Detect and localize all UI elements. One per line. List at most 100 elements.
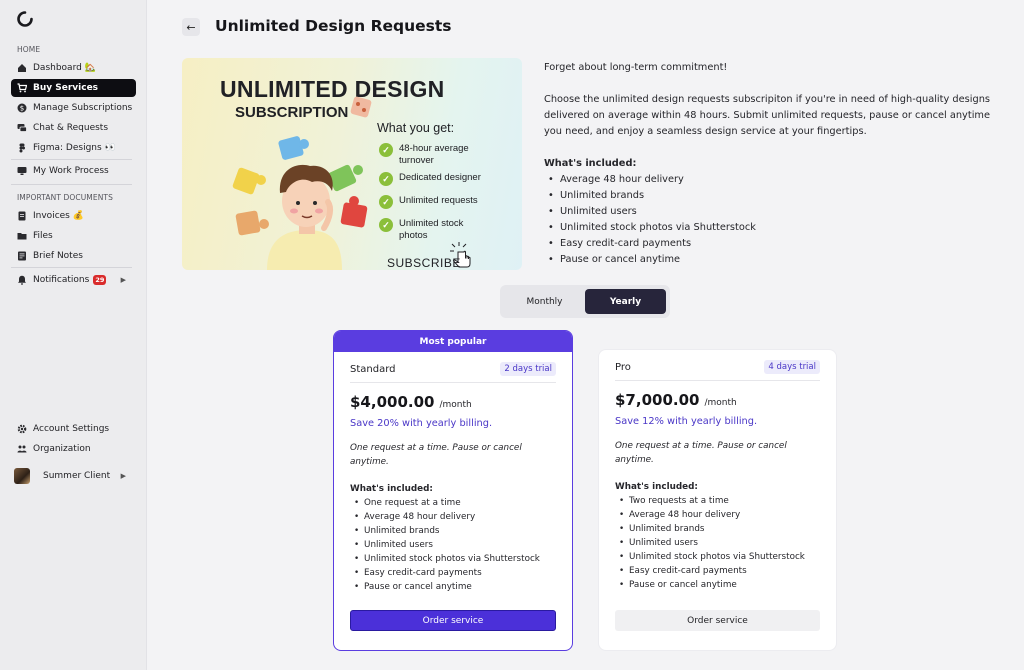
billing-yearly-option[interactable]: Yearly	[585, 289, 666, 314]
list-item: Pause or cancel anytime	[350, 580, 556, 594]
plan-name: Pro	[615, 361, 631, 373]
sidebar-item-label: Summer Client	[43, 471, 111, 481]
plan-card-pro: Pro 4 days trial $7,000.00 /month Save 1…	[598, 349, 837, 651]
trial-badge: 4 days trial	[764, 360, 820, 374]
list-item: Unlimited stock photos via Shutterstock	[544, 220, 994, 236]
order-service-button[interactable]: Order service	[615, 610, 820, 631]
list-item: Unlimited stock photos via Shutterstock	[615, 550, 820, 564]
included-list: One request at a time Average 48 hour de…	[350, 496, 556, 594]
check-icon: ✓	[379, 143, 393, 157]
sidebar-item-my-work-process[interactable]: My Work Process	[11, 162, 136, 180]
bell-icon	[17, 275, 27, 285]
hero-feature: ✓ Unlimited stock photos	[379, 218, 479, 242]
plan-name: Standard	[350, 363, 396, 375]
plan-card-standard: Most popular Standard 2 days trial $4,00…	[333, 330, 573, 651]
sidebar-item-dashboard[interactable]: Dashboard 🏡	[11, 59, 136, 77]
notes-icon	[17, 251, 27, 261]
price-period: /month	[439, 400, 472, 410]
sidebar-item-summer-client[interactable]: Summer Client ▶	[11, 467, 136, 485]
sidebar-item-label: Invoices	[33, 211, 70, 221]
sidebar-item-invoices[interactable]: Invoices 💰	[11, 207, 136, 225]
chevron-right-icon: ▶	[120, 472, 126, 480]
invoice-icon	[17, 211, 27, 221]
sidebar-item-label: Account Settings	[33, 424, 110, 434]
hero-subscribe: SUBSCRIBE	[387, 256, 461, 270]
included-title: What's included:	[615, 482, 698, 492]
order-service-button[interactable]: Order service	[350, 610, 556, 631]
puzzle-piece-blue-icon	[278, 136, 309, 160]
list-item: Average 48 hour delivery	[615, 508, 820, 522]
hero-what-you-get: What you get:	[377, 121, 455, 135]
sidebar-item-label: Organization	[33, 444, 91, 454]
money-emoji: 💰	[72, 211, 85, 221]
home-icon	[17, 63, 27, 73]
list-item: Unlimited brands	[544, 188, 994, 204]
list-item: Pause or cancel anytime	[615, 578, 820, 592]
eyes-emoji: 👀	[104, 143, 116, 153]
list-item: Easy credit-card payments	[544, 236, 994, 252]
included-list: Two requests at a time Average 48 hour d…	[615, 494, 820, 592]
list-item: One request at a time	[350, 496, 556, 510]
divider	[11, 267, 132, 268]
sidebar-item-account-settings[interactable]: Account Settings	[11, 420, 136, 438]
dollar-icon: $	[17, 103, 27, 113]
sidebar-item-brief-notes[interactable]: Brief Notes	[11, 247, 136, 265]
check-icon: ✓	[379, 195, 393, 209]
person-illustration	[267, 164, 342, 270]
list-item: Unlimited users	[544, 204, 994, 220]
chat-icon	[17, 123, 27, 133]
list-item: Average 48 hour delivery	[544, 172, 994, 188]
hero-feature: ✓ 48-hour average turnover	[379, 143, 489, 167]
most-popular-banner: Most popular	[334, 331, 572, 352]
cart-icon	[17, 83, 27, 93]
puzzle-piece-beige-icon	[350, 96, 372, 118]
list-item: Unlimited stock photos via Shutterstock	[350, 552, 556, 566]
monitor-icon	[17, 166, 27, 176]
yearly-savings: Save 20% with yearly billing.	[350, 418, 493, 429]
price-period: /month	[704, 398, 737, 408]
divider	[11, 159, 132, 160]
puzzle-piece-red-icon	[340, 196, 368, 228]
sidebar-item-files[interactable]: Files	[11, 227, 136, 245]
sidebar: HOME Dashboard 🏡 Buy Services $ Manage S…	[0, 0, 147, 670]
notification-count-badge: 29	[93, 275, 107, 285]
avatar	[14, 468, 30, 484]
sidebar-item-label: Files	[33, 231, 53, 241]
sidebar-item-buy-services[interactable]: Buy Services	[11, 79, 136, 97]
sidebar-item-label: Chat & Requests	[33, 123, 109, 133]
back-button[interactable]: ←	[182, 18, 200, 36]
list-item: Average 48 hour delivery	[350, 510, 556, 524]
figma-icon	[17, 143, 27, 153]
puzzle-piece-yellow-icon	[232, 167, 266, 195]
list-item: Unlimited brands	[615, 522, 820, 536]
list-item: Easy credit-card payments	[615, 564, 820, 578]
sidebar-item-manage-subscriptions[interactable]: $ Manage Subscriptions	[11, 99, 136, 117]
description-intro: Forget about long-term commitment!	[544, 62, 728, 73]
logo-icon[interactable]	[16, 10, 34, 28]
divider	[11, 184, 132, 185]
divider	[350, 382, 556, 383]
plan-description: One request at a time. Pause or cancel a…	[615, 441, 787, 465]
hero-feature: ✓ Dedicated designer	[379, 172, 481, 186]
sidebar-item-label: Manage Subscriptions	[33, 103, 133, 113]
sidebar-item-label: Brief Notes	[33, 251, 83, 261]
list-item: Two requests at a time	[615, 494, 820, 508]
sidebar-item-label: Notifications	[33, 275, 90, 285]
arrow-left-icon: ←	[186, 20, 196, 34]
section-home: HOME	[17, 45, 41, 54]
included-list: Average 48 hour delivery Unlimited brand…	[544, 172, 994, 268]
trial-badge: 2 days trial	[500, 362, 556, 376]
chevron-right-icon: ▶	[120, 276, 126, 284]
sidebar-item-label: Figma: Designs	[33, 143, 102, 153]
folder-icon	[17, 231, 27, 241]
sidebar-item-label: Buy Services	[33, 83, 99, 93]
billing-monthly-option[interactable]: Monthly	[504, 289, 585, 314]
sidebar-item-organization[interactable]: Organization	[11, 440, 136, 458]
svg-text:$: $	[20, 105, 24, 113]
sidebar-item-label: My Work Process	[33, 166, 109, 176]
sidebar-item-notifications[interactable]: Notifications 29 ▶	[11, 271, 136, 289]
section-important-documents: IMPORTANT DOCUMENTS	[17, 193, 113, 202]
sidebar-item-figma-designs[interactable]: Figma: Designs 👀	[11, 139, 136, 157]
hero-feature: ✓ Unlimited requests	[379, 195, 478, 209]
sidebar-item-chat-requests[interactable]: Chat & Requests	[11, 119, 136, 137]
